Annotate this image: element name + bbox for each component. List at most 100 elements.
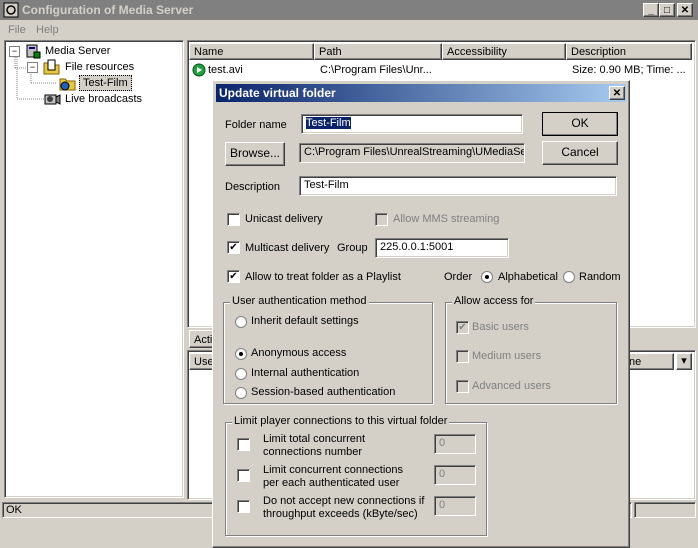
video-file-icon [192, 63, 206, 77]
advanced-users-label: Advanced users [472, 380, 551, 392]
dialog-close-button[interactable]: ✕ [609, 86, 625, 100]
auth-method-group: User authentication method Inherit defau… [223, 295, 433, 404]
close-window-button[interactable]: ✕ [677, 3, 693, 17]
playlist-label: Allow to treat folder as a Playlist [245, 271, 401, 283]
server-icon [26, 44, 41, 59]
auth-inherit-label: Inherit default settings [251, 315, 359, 327]
description-input[interactable]: Test-Film [299, 176, 617, 196]
menu-help[interactable]: Help [36, 24, 59, 36]
cell-path: C:\Program Files\Unr... [320, 64, 432, 76]
tab-activity-label: Acti [194, 334, 213, 346]
limit-throughput-label-line1: Do not accept new connections if [263, 495, 425, 507]
limit-throughput-checkbox[interactable] [237, 500, 250, 513]
order-alphabetical-radio[interactable] [481, 271, 493, 283]
auth-method-legend: User authentication method [230, 295, 369, 307]
limit-total-label-line2: connections number [263, 446, 363, 458]
basic-users-label: Basic users [472, 321, 529, 333]
menu-bar: File Help [0, 20, 698, 38]
order-random-radio[interactable] [563, 271, 575, 283]
multicast-label: Multicast delivery [245, 242, 330, 254]
group-address-input[interactable]: 225.0.0.1:5001 [375, 238, 509, 258]
cell-name: test.avi [208, 64, 243, 76]
update-virtual-folder-dialog[interactable]: Update virtual folder ✕ Folder name Test… [212, 80, 630, 548]
tree-view[interactable]: − Media Server − File resources Test-Fil… [4, 40, 184, 498]
folder-name-input[interactable]: Test-Film [301, 114, 523, 134]
folder-path-field: C:\Program Files\UnrealStreaming\UMediaS… [299, 143, 525, 163]
limit-total-checkbox[interactable] [237, 438, 250, 451]
tree-label-media-server: Media Server [45, 45, 111, 57]
folder-path-value: C:\Program Files\UnrealStreaming\UMediaS… [304, 146, 525, 158]
auth-session-label: Session-based authentication [251, 386, 396, 398]
description-label: Description [225, 181, 281, 193]
status-text: OK [6, 504, 22, 516]
order-label: Order [444, 271, 473, 283]
basic-users-checkbox[interactable]: ✔ [456, 321, 469, 334]
limit-total-label-line1: Limit total concurrent [263, 433, 366, 445]
allow-access-group: Allow access for ✔ Basic users Medium us… [445, 295, 617, 404]
limit-per-user-label-line1: Limit concurrent connections [263, 464, 404, 476]
dialog-title-bar[interactable]: Update virtual folder ✕ [216, 84, 626, 102]
limit-total-value: 0 [439, 437, 446, 449]
virtual-folder-icon [59, 78, 76, 91]
collapse-toggle-icon[interactable]: − [9, 46, 20, 57]
order-random-label: Random [579, 271, 621, 283]
group-address-value: 225.0.0.1:5001 [380, 241, 454, 253]
medium-users-label: Medium users [472, 350, 542, 362]
limit-connections-group: Limit player connections to this virtual… [225, 415, 487, 536]
order-alphabetical-label: Alphabetical [498, 271, 558, 283]
limit-per-user-value: 0 [439, 468, 446, 480]
medium-users-checkbox[interactable] [456, 350, 469, 363]
limit-throughput-value: 0 [439, 499, 446, 511]
column-header-name[interactable]: Name [189, 43, 314, 60]
allow-mms-checkbox[interactable] [375, 213, 388, 226]
auth-session-radio[interactable] [235, 387, 247, 399]
collapse-toggle-icon[interactable]: − [27, 62, 38, 73]
folder-name-value: Test-Film [306, 117, 351, 129]
limit-per-user-input[interactable]: 0 [434, 465, 476, 485]
description-value: Test-Film [304, 179, 349, 191]
media-server-app-icon [3, 2, 19, 18]
column-header-accessibility[interactable]: Accessibility [442, 43, 566, 60]
browse-button[interactable]: Browse... [225, 142, 285, 166]
tree-label-test-film: Test-Film [79, 75, 132, 91]
allow-access-legend: Allow access for [452, 295, 536, 307]
auth-internal-radio[interactable] [235, 368, 247, 380]
allow-mms-label: Allow MMS streaming [393, 213, 500, 225]
limit-throughput-input[interactable]: 0 [434, 496, 476, 516]
multicast-checkbox[interactable]: ✔ [227, 241, 240, 254]
window-title: Configuration of Media Server [22, 3, 194, 17]
cancel-button[interactable]: Cancel [542, 141, 618, 165]
limit-connections-legend: Limit player connections to this virtual… [232, 415, 450, 427]
playlist-checkbox[interactable]: ✔ [227, 270, 240, 283]
limit-throughput-label-line2: throughput exceeds (kByte/sec) [263, 508, 418, 520]
group-label: Group [337, 242, 368, 254]
auth-anonymous-label: Anonymous access [251, 347, 347, 359]
column-header-name-right[interactable]: ne [624, 353, 674, 370]
minimize-button[interactable]: _ [643, 3, 659, 17]
folder-name-label: Folder name [225, 119, 287, 131]
advanced-users-checkbox[interactable] [456, 380, 469, 393]
column-header-path[interactable]: Path [314, 43, 442, 60]
unicast-checkbox[interactable] [227, 213, 240, 226]
unicast-label: Unicast delivery [245, 213, 323, 225]
limit-total-input[interactable]: 0 [434, 434, 476, 454]
menu-file[interactable]: File [8, 24, 26, 36]
folder-icon [43, 59, 60, 75]
broadcast-camera-icon [44, 94, 61, 105]
ok-button[interactable]: OK [542, 112, 618, 136]
limit-per-user-checkbox[interactable] [237, 469, 250, 482]
cell-description: Size: 0.90 MB; Time: ... [572, 64, 686, 76]
auth-inherit-radio[interactable] [235, 316, 247, 328]
tree-label-file-resources: File resources [65, 61, 135, 73]
table-row[interactable]: test.avi C:\Program Files\Unr... Size: 0… [190, 63, 690, 79]
main-title-bar[interactable]: Configuration of Media Server _ □ ✕ [0, 0, 698, 20]
status-pane-secondary [634, 502, 696, 518]
maximize-button[interactable]: □ [659, 3, 675, 17]
scroll-down-button[interactable]: ▾ [676, 353, 692, 370]
column-header-description[interactable]: Description [566, 43, 692, 60]
auth-internal-label: Internal authentication [251, 367, 360, 379]
limit-per-user-label-line2: per each authenticated user [263, 477, 400, 489]
auth-anonymous-radio[interactable] [235, 348, 247, 360]
tree-label-live-broadcasts: Live broadcasts [65, 93, 143, 105]
dialog-title: Update virtual folder [219, 86, 336, 100]
